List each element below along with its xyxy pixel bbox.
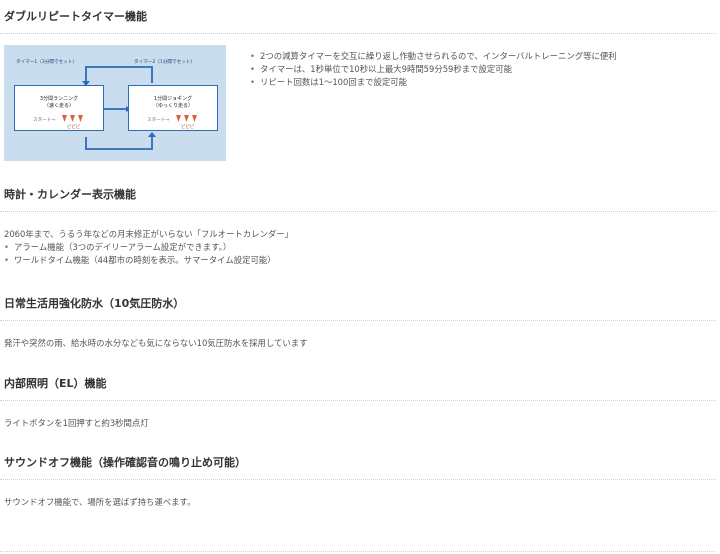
timer-feature-list: 2つの減算タイマーを交互に繰り返し作動させられるので、インターバルトレーニング等… <box>250 50 617 89</box>
timer1-box: 3分間ランニング （速く走る） スタート→ ピピピ <box>14 85 104 131</box>
timer2-beep-label: ピピピ <box>181 125 195 130</box>
timer2-box: 1分間ジョギング （ゆっくり走る） スタート→ ピピピ <box>128 85 218 131</box>
section-title-sound-off: サウンドオフ機能（操作確認音の鳴り止め可能） <box>4 456 246 469</box>
timer2-start-label: スタート→ <box>147 118 170 123</box>
page-bottom-divider <box>0 551 716 552</box>
list-item: タイマーは、1秒単位で10秒以上最大9時間59分59秒まで設定可能 <box>250 63 617 76</box>
list-item: アラーム機能（3つのデイリーアラーム設定ができます。） <box>4 241 276 254</box>
section-divider <box>0 211 716 212</box>
list-item: リピート回数は1〜100回まで設定可能 <box>250 76 617 89</box>
timer1-beep-label: ピピピ <box>67 125 81 130</box>
beep-icon <box>176 115 197 122</box>
clock-feature-list: アラーム機能（3つのデイリーアラーム設定ができます。） ワールドタイム機能（44… <box>4 241 276 267</box>
interval-timer-diagram: タイマー1（3分間でセット） タイマー2（1分間でセット） 3分間ランニング （… <box>4 45 226 161</box>
section-divider <box>0 400 716 401</box>
sound-off-text: サウンドオフ機能で、場所を選ばず持ち運べます。 <box>4 497 196 507</box>
list-item: ワールドタイム機能（44都市の時刻を表示。サマータイム設定可能） <box>4 254 276 267</box>
timer2-label: タイマー2（1分間でセット） <box>134 60 195 65</box>
calendar-intro-text: 2060年まで、うるう年などの月末修正がいらない「フルオートカレンダー」 <box>4 229 293 239</box>
section-title-water-resist: 日常生活用強化防水（10気圧防水） <box>4 297 185 310</box>
section-divider <box>0 33 716 34</box>
timer1-box-line2: （速く走る） <box>43 103 74 109</box>
timer1-start-label: スタート→ <box>33 118 56 123</box>
timer2-box-line1: 1分間ジョギング <box>153 96 193 102</box>
timer1-box-line1: 3分間ランニング <box>39 96 79 102</box>
list-item: 2つの減算タイマーを交互に繰り返し作動させられるので、インターバルトレーニング等… <box>250 50 617 63</box>
section-title-el-light: 内部照明（EL）機能 <box>4 377 107 390</box>
section-divider <box>0 320 716 321</box>
el-light-text: ライトボタンを1回押すと約3秒間点灯 <box>4 418 149 428</box>
section-title-double-repeat-timer: ダブルリピートタイマー機能 <box>4 10 147 23</box>
timer2-box-line2: （ゆっくり走る） <box>152 103 193 109</box>
timer1-label: タイマー1（3分間でセット） <box>16 60 77 65</box>
water-resist-text: 発汗や突然の雨、給水時の水分なども気にならない10気圧防水を採用しています <box>4 338 308 348</box>
section-divider <box>0 479 716 480</box>
section-title-clock-calendar: 時計・カレンダー表示機能 <box>4 188 136 201</box>
beep-icon <box>62 115 83 122</box>
